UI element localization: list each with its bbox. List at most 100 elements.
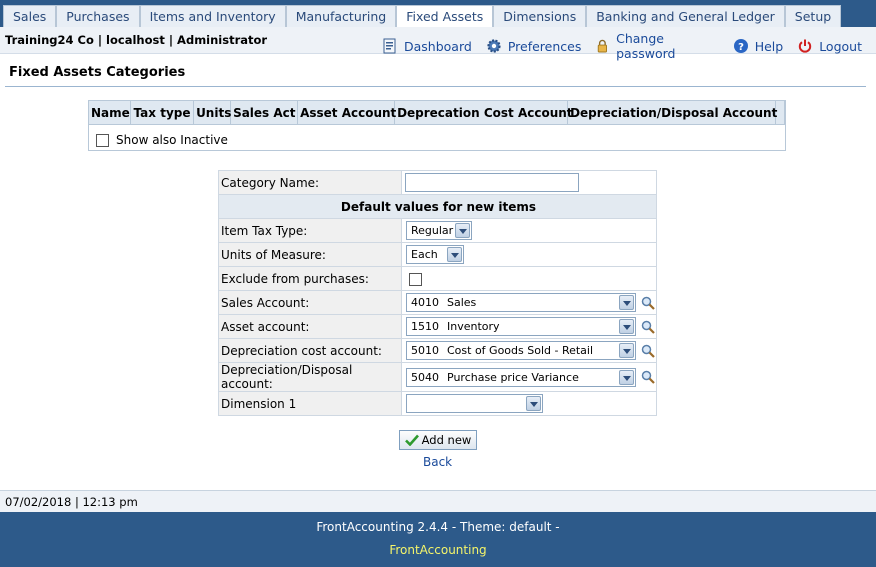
tab-label: Fixed Assets [406, 9, 484, 24]
chevron-down-icon [526, 396, 541, 411]
show-inactive-checkbox[interactable] [96, 133, 109, 147]
column-header-tax-type[interactable]: Tax type [131, 101, 195, 124]
dashboard-label: Dashboard [404, 38, 472, 54]
change-password-label: Change password [616, 31, 676, 61]
sales-account-code: 4010 [411, 296, 439, 309]
change-password-link[interactable]: Change password [595, 31, 718, 61]
sales-account-name: Sales [447, 296, 477, 309]
tab-manufacturing[interactable]: Manufacturing [285, 5, 397, 27]
tab-label: Setup [794, 9, 832, 24]
tab-label: Purchases [66, 9, 130, 24]
magnifier-icon[interactable] [640, 319, 656, 335]
units-label: Units of Measure: [218, 242, 402, 267]
chevron-down-icon [619, 343, 634, 358]
top-links: Dashboard Preferences Change password ? … [382, 31, 876, 61]
column-header-depreciation-disposal-account[interactable]: Depreciation/Disposal Account [568, 101, 777, 124]
column-header-name[interactable]: Name [89, 101, 131, 124]
depreciation-cost-select[interactable]: 5010 Cost of Goods Sold - Retail [406, 341, 636, 360]
category-name-label: Category Name: [218, 170, 402, 195]
item-tax-type-select[interactable]: Regular [406, 221, 472, 240]
chevron-down-icon [619, 369, 634, 385]
section-header: Default values for new items [218, 194, 657, 219]
section-header-row: Default values for new items [218, 194, 657, 219]
tab-banking-and-general-ledger[interactable]: Banking and General Ledger [586, 5, 785, 27]
table-header-row: Name Tax type Units Sales Act Asset Acco… [89, 101, 785, 125]
show-inactive-label: Show also Inactive [116, 133, 228, 147]
depreciation-disposal-row: Depreciation/Disposal account: 5040 Purch… [218, 362, 657, 392]
add-new-button[interactable]: Add new [399, 430, 477, 450]
chevron-down-icon [447, 247, 462, 262]
show-inactive-row: Show also Inactive [96, 133, 228, 147]
footer-version: FrontAccounting 2.4.4 - Theme: default - [316, 520, 560, 534]
tab-setup[interactable]: Setup [784, 5, 842, 27]
asset-account-name: Inventory [447, 320, 500, 333]
magnifier-icon[interactable] [640, 369, 656, 385]
exclude-purchases-label: Exclude from purchases: [218, 266, 402, 291]
tab-sales[interactable]: Sales [3, 5, 57, 27]
asset-account-code: 1510 [411, 320, 439, 333]
chevron-down-icon [455, 223, 470, 238]
tab-label: Sales [13, 9, 47, 24]
column-header-units[interactable]: Units [194, 101, 231, 124]
title-divider [5, 86, 866, 87]
sales-account-select[interactable]: 4010 Sales [406, 293, 636, 312]
preferences-link[interactable]: Preferences [486, 38, 582, 54]
column-header-depreciation-cost-account[interactable]: Deprecation Cost Account [395, 101, 573, 124]
units-row: Units of Measure: Each [218, 242, 657, 267]
tab-label: Dimensions [503, 9, 577, 24]
footer-link[interactable]: FrontAccounting [0, 543, 876, 557]
chevron-down-icon [619, 295, 634, 310]
svg-text:?: ? [738, 42, 744, 53]
depreciation-disposal-name: Purchase price Variance [447, 370, 579, 384]
category-name-input[interactable] [405, 173, 579, 192]
main-menu-bar: Sales Purchases Items and Inventory Manu… [0, 0, 876, 27]
depreciation-cost-code: 5010 [411, 344, 439, 357]
power-icon [799, 39, 812, 53]
category-form: Category Name: Default values for new it… [218, 170, 657, 416]
sales-account-row: Sales Account: 4010 Sales [218, 290, 657, 315]
chevron-down-icon [619, 319, 634, 334]
help-link[interactable]: ? Help [733, 38, 783, 54]
back-link[interactable]: Back [423, 455, 452, 469]
dashboard-icon [383, 38, 396, 54]
depreciation-disposal-code: 5040 [411, 370, 439, 384]
page-content: Training24 Co | localhost | Administrato… [0, 27, 876, 512]
tab-label: Manufacturing [295, 9, 387, 24]
preferences-label: Preferences [507, 38, 582, 54]
status-bar: 07/02/2018 | 12:13 pm [0, 490, 876, 512]
magnifier-icon[interactable] [640, 295, 656, 311]
dimension-label: Dimension 1 [218, 391, 402, 416]
dashboard-link[interactable]: Dashboard [382, 38, 472, 54]
column-header-asset-account[interactable]: Asset Account [298, 101, 396, 124]
dimension-select[interactable] [406, 394, 543, 413]
item-tax-type-row: Item Tax Type: Regular [218, 218, 657, 243]
tab-dimensions[interactable]: Dimensions [493, 5, 587, 27]
asset-account-label: Asset account: [218, 314, 402, 339]
tab-items-and-inventory[interactable]: Items and Inventory [139, 5, 286, 27]
checkmark-icon [404, 434, 419, 446]
user-info: Training24 Co | localhost | Administrato… [5, 33, 268, 47]
depreciation-cost-row: Depreciation cost account: 5010 Cost of G… [218, 338, 657, 363]
user-bar: Training24 Co | localhost | Administrato… [0, 27, 876, 61]
exclude-purchases-row: Exclude from purchases: [218, 266, 657, 291]
module-tabs: Sales Purchases Items and Inventory Manu… [3, 5, 842, 27]
categories-table: Name Tax type Units Sales Act Asset Acco… [88, 100, 786, 151]
column-header-sales-act[interactable]: Sales Act [231, 101, 299, 124]
logout-link[interactable]: Logout [797, 38, 862, 54]
units-value: Each [411, 248, 438, 261]
tab-fixed-assets[interactable]: Fixed Assets [396, 5, 494, 27]
asset-account-select[interactable]: 1510 Inventory [406, 317, 636, 336]
column-header-edit [776, 101, 785, 124]
tab-label: Banking and General Ledger [596, 9, 775, 24]
magnifier-icon[interactable] [640, 343, 656, 359]
units-select[interactable]: Each [406, 245, 464, 264]
logout-label: Logout [819, 38, 862, 54]
add-new-label: Add new [421, 433, 472, 447]
help-icon: ? [733, 39, 748, 53]
tab-purchases[interactable]: Purchases [56, 5, 140, 27]
depreciation-disposal-label: Depreciation/Disposal account: [218, 362, 402, 392]
exclude-purchases-checkbox[interactable] [409, 272, 422, 286]
dimension-row: Dimension 1 [218, 391, 657, 416]
depreciation-cost-name: Cost of Goods Sold - Retail [447, 344, 594, 357]
depreciation-disposal-select[interactable]: 5040 Purchase price Variance [406, 367, 636, 387]
